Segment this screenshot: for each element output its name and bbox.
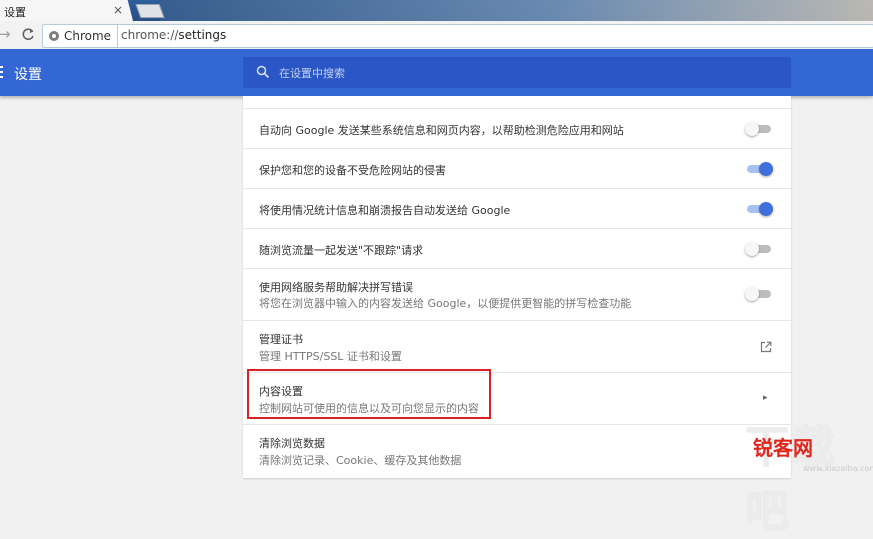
settings-search-box[interactable]: 在设置中搜索 [243, 57, 791, 88]
menu-icon[interactable] [0, 66, 4, 78]
site-chip-label: Chrome [64, 29, 112, 43]
setting-label: 将使用情况统计信息和崩溃报告自动发送给 Google [259, 204, 511, 217]
toggle-switch-off[interactable] [745, 241, 773, 257]
watermark-logo: 下载吧 锐客网 www.xiazaiba.com [741, 411, 873, 537]
setting-label: 清除浏览数据 [259, 437, 325, 450]
search-icon [256, 65, 270, 79]
external-link-icon[interactable] [760, 341, 772, 353]
url-scheme: chrome:// [121, 28, 179, 42]
browser-toolbar: → Chrome chrome://settings [0, 21, 873, 50]
setting-row-safe-browsing[interactable]: 保护您和您的设备不受危险网站的侵害 [243, 148, 791, 189]
tab-close-icon[interactable]: × [113, 3, 123, 17]
url-text[interactable]: chrome://settings [121, 28, 226, 42]
settings-header: 设置 在设置中搜索 [0, 49, 873, 96]
forward-arrow-icon[interactable]: → [0, 25, 11, 43]
setting-sublabel: 将您在浏览器中输入的内容发送给 Google，以便提供更智能的拼写检查功能 [259, 297, 632, 310]
setting-label: 自动向 Google 发送某些系统信息和网页内容，以帮助检测危险应用和网站 [259, 124, 624, 137]
setting-sublabel: 管理 HTTPS/SSL 证书和设置 [259, 350, 402, 363]
setting-row-clear-browsing-data[interactable]: 清除浏览数据 清除浏览记录、Cookie、缓存及其他数据 [243, 424, 791, 479]
toggle-switch-off[interactable] [745, 286, 773, 302]
setting-sublabel: 清除浏览记录、Cookie、缓存及其他数据 [259, 454, 462, 467]
highlight-box [247, 369, 491, 419]
site-info-chip[interactable]: Chrome [43, 25, 119, 47]
setting-row-manage-certificates[interactable]: 管理证书 管理 HTTPS/SSL 证书和设置 [243, 320, 791, 373]
toggle-switch-on[interactable] [745, 201, 773, 217]
watermark-big-text: 下载吧 [745, 422, 837, 537]
setting-row-usage-statistics[interactable]: 将使用情况统计信息和崩溃报告自动发送给 Google [243, 188, 791, 229]
window-frame-background [160, 0, 873, 21]
settings-card: 自动向 Google 发送某些系统信息和网页内容，以帮助检测危险应用和网站 保护… [243, 96, 791, 478]
tab-strip: 设置 × [0, 0, 873, 21]
url-path: settings [178, 28, 227, 42]
setting-row-spelling-service[interactable]: 使用网络服务帮助解决拼写错误 将您在浏览器中输入的内容发送给 Google，以便… [243, 268, 791, 321]
toggle-switch-on[interactable] [745, 161, 773, 177]
address-bar[interactable]: Chrome chrome://settings [42, 24, 873, 48]
setting-label: 管理证书 [259, 333, 303, 346]
chrome-icon [49, 31, 59, 41]
chevron-right-icon[interactable]: ▸ [763, 393, 768, 403]
watermark-brand: 锐客网 [753, 436, 813, 460]
setting-row-do-not-track[interactable]: 随浏览流量一起发送"不跟踪"请求 [243, 228, 791, 269]
setting-label: 随浏览流量一起发送"不跟踪"请求 [259, 244, 424, 257]
reload-icon[interactable] [20, 24, 36, 44]
new-tab-button[interactable] [135, 4, 165, 18]
search-placeholder: 在设置中搜索 [279, 67, 345, 80]
setting-row-safe-browsing-reports[interactable]: 自动向 Google 发送某些系统信息和网页内容，以帮助检测危险应用和网站 [243, 108, 791, 149]
tab-settings[interactable]: 设置 × [0, 0, 133, 21]
setting-label: 使用网络服务帮助解决拼写错误 [259, 281, 413, 294]
watermark-site: www.xiazaiba.com [803, 464, 873, 473]
tab-title: 设置 [4, 6, 26, 19]
toggle-switch-off[interactable] [745, 121, 773, 137]
page-title: 设置 [14, 67, 42, 83]
setting-label: 保护您和您的设备不受危险网站的侵害 [259, 164, 446, 177]
